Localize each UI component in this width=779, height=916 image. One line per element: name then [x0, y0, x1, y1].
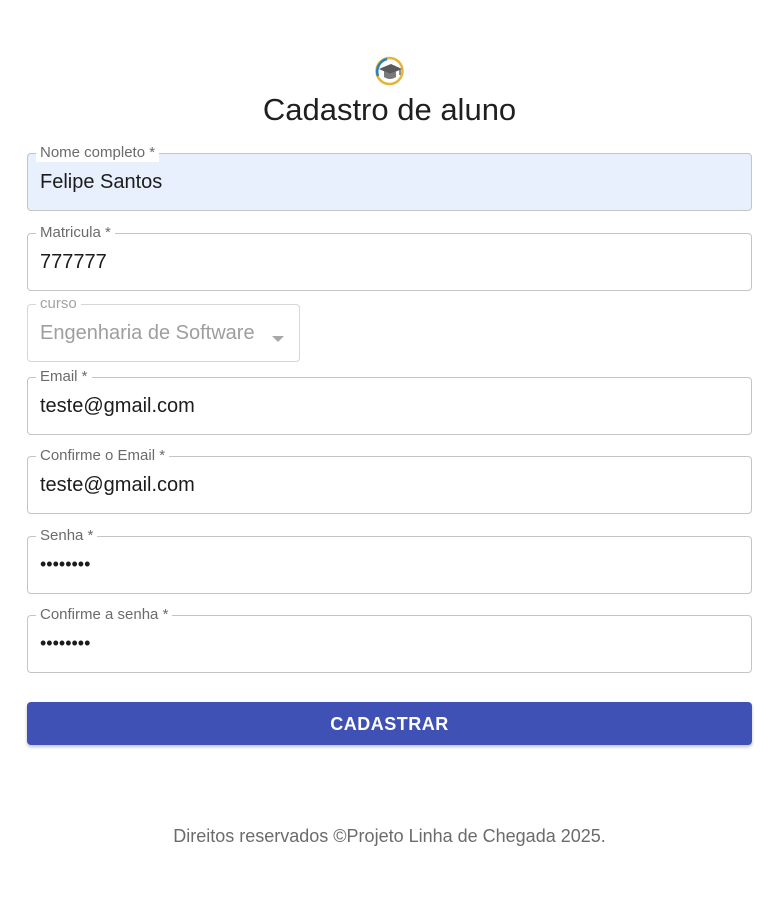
senha-label: Senha * — [36, 527, 98, 545]
curso-value: Engenharia de Software — [40, 322, 255, 344]
cadastrar-button[interactable]: CADASTRAR — [27, 702, 752, 745]
confirm-senha-field[interactable]: Confirme a senha * •••••••• — [27, 606, 752, 673]
confirm-email-label: Confirme o Email * — [36, 447, 170, 465]
confirm-senha-input[interactable]: •••••••• — [40, 630, 90, 656]
matricula-field[interactable]: Matricula * 777777 — [27, 224, 752, 291]
curso-label: curso — [36, 295, 81, 313]
curso-select: curso Engenharia de Software — [27, 295, 300, 362]
confirm-senha-label: Confirme a senha * — [36, 606, 173, 624]
matricula-input[interactable]: 777777 — [40, 249, 107, 275]
confirm-email-field[interactable]: Confirme o Email * teste@gmail.com — [27, 447, 752, 514]
matricula-label: Matricula * — [36, 224, 115, 242]
nome-completo-input[interactable]: Felipe Santos — [40, 169, 162, 195]
page-title: Cadastro de aluno — [262, 92, 517, 127]
senha-field[interactable]: Senha * •••••••• — [27, 527, 752, 594]
footer-copyright: Direitos reservados ©Projeto Linha de Ch… — [173, 826, 606, 846]
nome-completo-field[interactable]: Nome completo * Felipe Santos — [27, 144, 752, 211]
chevron-down-icon — [272, 336, 284, 342]
confirm-email-input[interactable]: teste@gmail.com — [40, 472, 195, 498]
nome-completo-label: Nome completo * — [36, 144, 160, 162]
graduation-cap-icon — [375, 56, 404, 86]
email-label: Email * — [36, 368, 92, 386]
email-input[interactable]: teste@gmail.com — [40, 393, 195, 419]
email-field[interactable]: Email * teste@gmail.com — [27, 368, 752, 435]
senha-input[interactable]: •••••••• — [40, 551, 90, 577]
